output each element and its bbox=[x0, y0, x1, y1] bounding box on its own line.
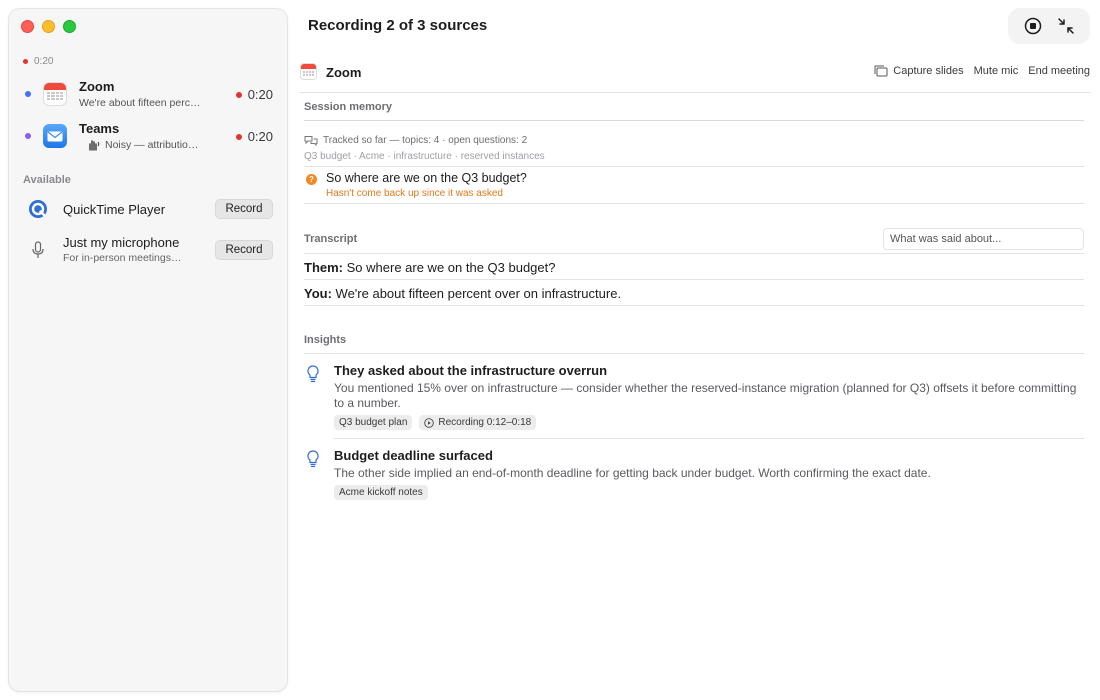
lightbulb-icon bbox=[307, 365, 319, 383]
transcript-speaker: Them: bbox=[304, 260, 343, 275]
transcript-text: So where are we on the Q3 budget? bbox=[346, 260, 556, 275]
source-name: Teams bbox=[79, 121, 120, 136]
tracked-summary: Tracked so far — topics: 4 · open questi… bbox=[304, 135, 527, 146]
available-name: QuickTime Player bbox=[63, 202, 166, 217]
insight-item: Budget deadline surfaced The other side … bbox=[304, 448, 1084, 504]
noise-hand-icon bbox=[89, 140, 100, 151]
app-actions: Capture slides Mute mic End meeting bbox=[874, 65, 1090, 77]
play-icon bbox=[424, 417, 435, 428]
insight-chips: Q3 budget plan Recording 0:12–0:18 bbox=[334, 415, 537, 430]
topics-list: Q3 budget · Acme · infrastructure · rese… bbox=[304, 151, 545, 162]
chat-bubbles-icon bbox=[304, 136, 318, 146]
source-subtitle: Noisy — attributio… bbox=[105, 139, 199, 151]
transcript-search-input[interactable] bbox=[883, 228, 1084, 250]
collapse-button[interactable] bbox=[1055, 15, 1077, 37]
microphone-icon bbox=[27, 239, 49, 261]
available-subtitle: For in-person meetings… bbox=[63, 252, 182, 264]
insight-body: The other side implied an end-of-month d… bbox=[334, 466, 931, 480]
close-window-button[interactable] bbox=[21, 20, 34, 33]
record-quicktime-button[interactable]: Record bbox=[215, 199, 273, 219]
source-chip[interactable]: Q3 budget plan bbox=[334, 415, 413, 430]
available-item-quicktime: QuickTime Player Record bbox=[9, 197, 289, 223]
source-time: 0:20 bbox=[235, 129, 273, 144]
transcript-text: We're about fifteen percent over on infr… bbox=[335, 286, 622, 301]
insight-body: You mentioned 15% over on infrastructure… bbox=[334, 381, 1077, 410]
source-item-teams[interactable]: Teams Noisy — attributio… 0:20 bbox=[9, 117, 289, 157]
transcript-label: Transcript bbox=[304, 233, 358, 245]
source-chip[interactable]: Acme kickoff notes bbox=[334, 485, 428, 500]
app-header: Zoom Capture slides Mute mic End meeting bbox=[300, 62, 1090, 82]
source-status-dot bbox=[25, 91, 31, 97]
source-subtitle: We're about fifteen perc… bbox=[79, 97, 201, 109]
mail-icon bbox=[43, 124, 67, 148]
slides-icon bbox=[874, 65, 888, 77]
divider bbox=[304, 203, 1084, 204]
source-name: Zoom bbox=[79, 79, 115, 94]
available-section-label: Available bbox=[23, 174, 71, 186]
sidebar: 0:20 Zoom We're about fifteen perc… 0:20… bbox=[8, 8, 288, 692]
divider bbox=[300, 92, 1090, 93]
stop-recording-button[interactable] bbox=[1022, 15, 1044, 37]
recording-dot-icon bbox=[235, 91, 242, 98]
minimize-window-button[interactable] bbox=[42, 20, 55, 33]
divider bbox=[304, 166, 1084, 167]
transcript-line: You: We're about fifteen percent over on… bbox=[304, 286, 621, 301]
page-title: Recording 2 of 3 sources bbox=[308, 17, 488, 34]
question-icon: ? bbox=[306, 174, 317, 185]
source-time-text: 0:20 bbox=[247, 129, 273, 144]
recording-chip-label: Recording 0:12–0:18 bbox=[438, 417, 532, 428]
question-status: Hasn't come back up since it was asked bbox=[326, 188, 503, 199]
top-controls bbox=[1008, 8, 1090, 44]
session-memory-label: Session memory bbox=[304, 101, 393, 113]
mute-mic-button[interactable]: Mute mic bbox=[974, 65, 1019, 77]
insights-label: Insights bbox=[304, 334, 347, 346]
insight-chips: Acme kickoff notes bbox=[334, 485, 428, 500]
recording-timer: 0:20 bbox=[23, 56, 53, 67]
quicktime-icon bbox=[27, 198, 49, 220]
available-name: Just my microphone bbox=[63, 235, 180, 250]
source-time-text: 0:20 bbox=[247, 87, 273, 102]
recording-chip[interactable]: Recording 0:12–0:18 bbox=[419, 415, 537, 430]
transcript-speaker: You: bbox=[304, 286, 332, 301]
source-subtitle-row: Noisy — attributio… bbox=[87, 139, 198, 151]
collapse-icon bbox=[1057, 18, 1074, 34]
stop-icon bbox=[1024, 17, 1041, 35]
insight-title: Budget deadline surfaced bbox=[334, 448, 493, 463]
insight-title: They asked about the infrastructure over… bbox=[334, 363, 608, 378]
app-header-name: Zoom bbox=[326, 65, 362, 80]
zoom-window-button[interactable] bbox=[63, 20, 76, 33]
recording-timer-text: 0:20 bbox=[34, 56, 54, 67]
tracked-text: Tracked so far — topics: 4 · open questi… bbox=[323, 135, 528, 146]
record-microphone-button[interactable]: Record bbox=[215, 240, 273, 260]
capture-slides-label: Capture slides bbox=[893, 65, 964, 77]
recording-dot-icon bbox=[235, 133, 242, 140]
capture-slides-button[interactable]: Capture slides bbox=[874, 65, 964, 77]
lightbulb-icon bbox=[307, 450, 319, 468]
divider bbox=[304, 305, 1084, 306]
divider bbox=[304, 120, 1084, 121]
source-status-dot bbox=[25, 133, 31, 139]
divider bbox=[334, 438, 1084, 439]
source-time: 0:20 bbox=[235, 87, 273, 102]
calendar-icon bbox=[300, 63, 317, 80]
end-meeting-button[interactable]: End meeting bbox=[1028, 65, 1090, 77]
calendar-icon bbox=[43, 82, 67, 106]
transcript-line: Them: So where are we on the Q3 budget? bbox=[304, 260, 556, 275]
source-item-zoom[interactable]: Zoom We're about fifteen perc… 0:20 bbox=[9, 75, 289, 115]
question-text: So where are we on the Q3 budget? bbox=[326, 171, 527, 185]
divider bbox=[304, 279, 1084, 280]
available-item-microphone: Just my microphone For in-person meeting… bbox=[9, 235, 289, 269]
divider bbox=[304, 253, 1084, 254]
divider bbox=[304, 353, 1084, 354]
recording-dot-icon bbox=[23, 59, 28, 64]
insight-item: They asked about the infrastructure over… bbox=[304, 363, 1084, 433]
window-controls bbox=[21, 20, 76, 33]
